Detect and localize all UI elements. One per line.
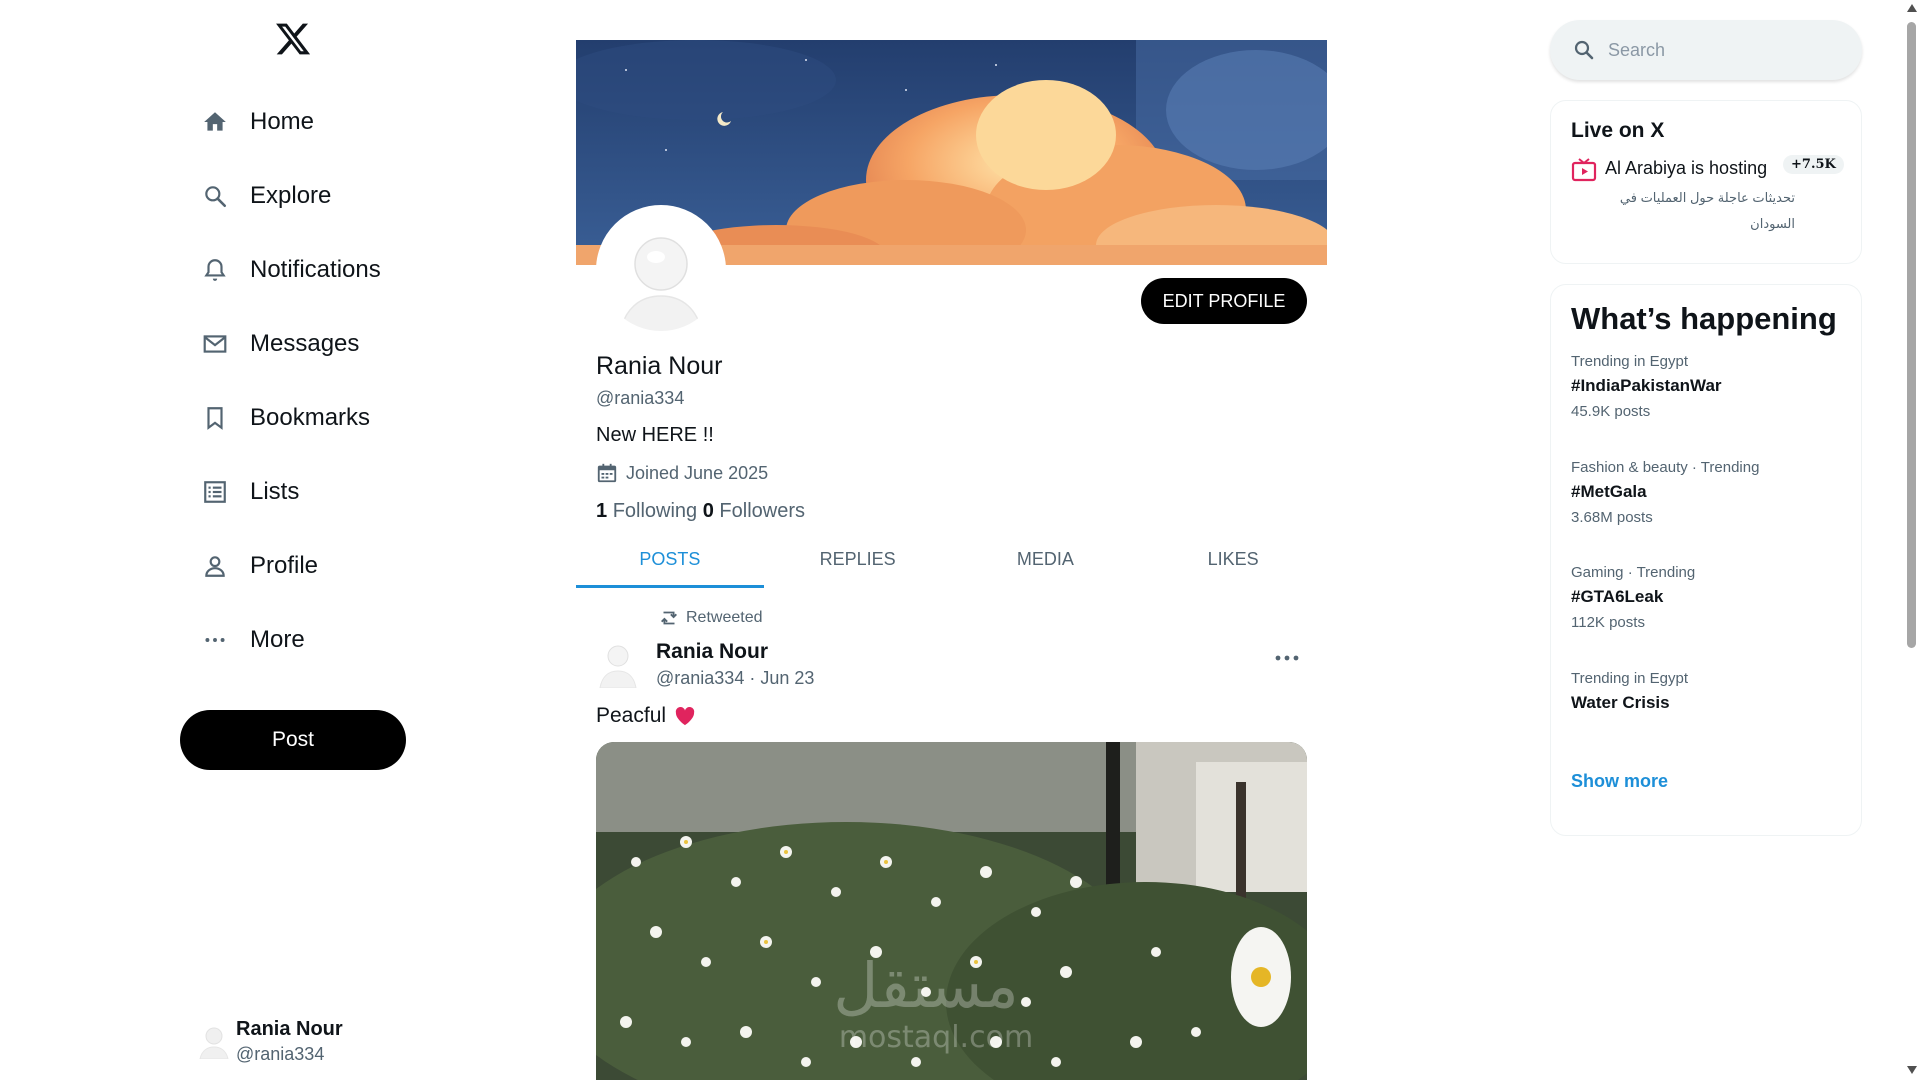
x-logo-icon[interactable] [274, 20, 312, 58]
nav-more[interactable]: More [200, 618, 305, 662]
post-more-icon[interactable] [1272, 648, 1302, 668]
profile-avatar[interactable] [596, 205, 726, 335]
tab-replies[interactable]: REPLIES [764, 530, 952, 588]
bookmark-icon [200, 403, 230, 433]
happening-title: What’s happening [1571, 301, 1837, 336]
nav-lists[interactable]: Lists [200, 470, 299, 514]
trend-item[interactable]: Fashion & beauty · Trending #MetGala 3.6… [1571, 457, 1759, 531]
trend-item[interactable]: Trending in Egypt #IndiaPakistanWar 45.9… [1571, 351, 1722, 425]
followers-label: Followers [719, 500, 805, 522]
trend-count: 45.9K posts [1571, 403, 1651, 420]
account-name: Rania Nour [236, 1018, 343, 1040]
trend-context: Gaming · Trending [1571, 564, 1696, 581]
watermark-subtext: mostaql.com [839, 1020, 1033, 1055]
following-count: 1 [596, 500, 608, 522]
nav-explore[interactable]: Explore [200, 174, 331, 218]
account-switcher[interactable]: Rania Nour @rania334 [196, 1016, 343, 1066]
trend-title: #GTA6Leak [1571, 587, 1664, 606]
left-sidebar: Home Explore Notifications Messages Book… [0, 0, 540, 1080]
trend-count: 112K posts [1571, 614, 1645, 631]
trend-context: Fashion & beauty · Trending [1571, 459, 1760, 476]
nav-bookmarks[interactable]: Bookmarks [200, 396, 370, 440]
heart-icon [675, 706, 695, 726]
profile-tabs: POSTS REPLIES MEDIA LIKES [576, 530, 1327, 588]
trend-context: Trending in Egypt [1571, 670, 1689, 687]
watermark-text: مستقل [833, 949, 1019, 1022]
bell-icon [200, 255, 230, 285]
post-button[interactable]: Post [180, 710, 406, 770]
search-icon [1574, 40, 1594, 60]
live-title: Live on X [1571, 119, 1665, 142]
home-icon [200, 107, 230, 137]
nav-explore-label: Explore [250, 182, 332, 209]
tab-likes[interactable]: LIKES [1139, 530, 1327, 588]
retweet-icon [661, 611, 677, 625]
scroll-down-arrow-icon[interactable] [1907, 1066, 1917, 1074]
profile-name: Rania Nour [596, 352, 723, 380]
trend-item[interactable]: Trending in Egypt Water Crisis [1571, 668, 1688, 716]
search-box[interactable] [1550, 20, 1862, 80]
account-handle: @rania334 [236, 1044, 325, 1064]
person-icon [200, 551, 230, 581]
post-image[interactable]: مستقل mostaql.com [596, 742, 1307, 1080]
post-text: Peacful [596, 704, 696, 728]
profile-joined: Joined June 2025 [596, 462, 768, 484]
list-icon [200, 477, 230, 507]
followers-link[interactable]: 0 Followers [703, 500, 805, 522]
nav-notifications-label: Notifications [250, 256, 381, 283]
live-subtitle: تحديثات عاجلة حول العمليات في السودان [1619, 190, 1795, 231]
avatar [199, 1027, 229, 1059]
trend-title: #MetGala [1571, 482, 1647, 501]
following-label: Following [612, 500, 698, 522]
trend-title: Water Crisis [1571, 693, 1670, 712]
profile-joined-text: Joined June 2025 [626, 462, 769, 483]
edit-profile-button[interactable]: EDIT PROFILE [1141, 278, 1307, 324]
calendar-icon [597, 463, 617, 483]
nav-home[interactable]: Home [200, 100, 314, 144]
nav-messages-label: Messages [250, 330, 360, 357]
tab-posts[interactable]: POSTS [576, 530, 764, 588]
profile-bio: New HERE !! [596, 424, 714, 446]
search-icon [200, 181, 230, 211]
trend-title: #IndiaPakistanWar [1571, 376, 1722, 395]
profile-follow-stats: 1 Following 0 Followers [596, 500, 805, 523]
retweet-indicator: Retweeted [658, 607, 763, 629]
post-author-meta: @rania334 · Jun 23 [656, 668, 815, 688]
scroll-up-arrow-icon[interactable] [1907, 4, 1917, 12]
trend-item[interactable]: Gaming · Trending #GTA6Leak 112K posts [1571, 562, 1695, 636]
post-avatar[interactable] [596, 638, 640, 688]
show-more-link[interactable]: Show more [1571, 771, 1668, 792]
tab-media[interactable]: MEDIA [952, 530, 1140, 588]
profile-main: EDIT PROFILE Rania Nour @rania334 New HE… [576, 0, 1327, 1080]
profile-handle: @rania334 [596, 388, 685, 408]
nav-messages[interactable]: Messages [200, 322, 359, 366]
whats-happening-card: What’s happening Trending in Egypt #Indi… [1550, 284, 1862, 836]
nav-profile-label: Profile [250, 552, 319, 579]
following-link[interactable]: 1 Following [596, 500, 697, 522]
page-scrollbar[interactable] [1903, 0, 1920, 1080]
nav-more-label: More [250, 626, 305, 653]
search-input[interactable] [1608, 39, 1838, 61]
nav-home-label: Home [250, 108, 315, 135]
live-tv-icon [1571, 158, 1597, 182]
nav-profile[interactable]: Profile [200, 544, 318, 588]
scrollbar-thumb[interactable] [1907, 22, 1916, 648]
nav-lists-label: Lists [250, 478, 300, 505]
nav-bookmarks-label: Bookmarks [250, 404, 371, 431]
nav-notifications[interactable]: Notifications [200, 248, 381, 292]
trend-count: 3.68M posts [1571, 509, 1653, 526]
live-badge: +7.5K [1783, 155, 1844, 174]
followers-count: 0 [702, 500, 714, 522]
envelope-icon [200, 329, 230, 359]
retweet-label: Retweeted [686, 609, 763, 626]
post-author-name[interactable]: Rania Nour [656, 640, 768, 664]
post-text-content: Peacful [596, 704, 667, 727]
live-host: Al Arabiya is hosting [1605, 158, 1768, 178]
more-icon [200, 625, 230, 655]
live-card[interactable]: Live on X Al Arabiya is hosting +7.5K تح… [1550, 100, 1862, 264]
trend-context: Trending in Egypt [1571, 353, 1689, 370]
